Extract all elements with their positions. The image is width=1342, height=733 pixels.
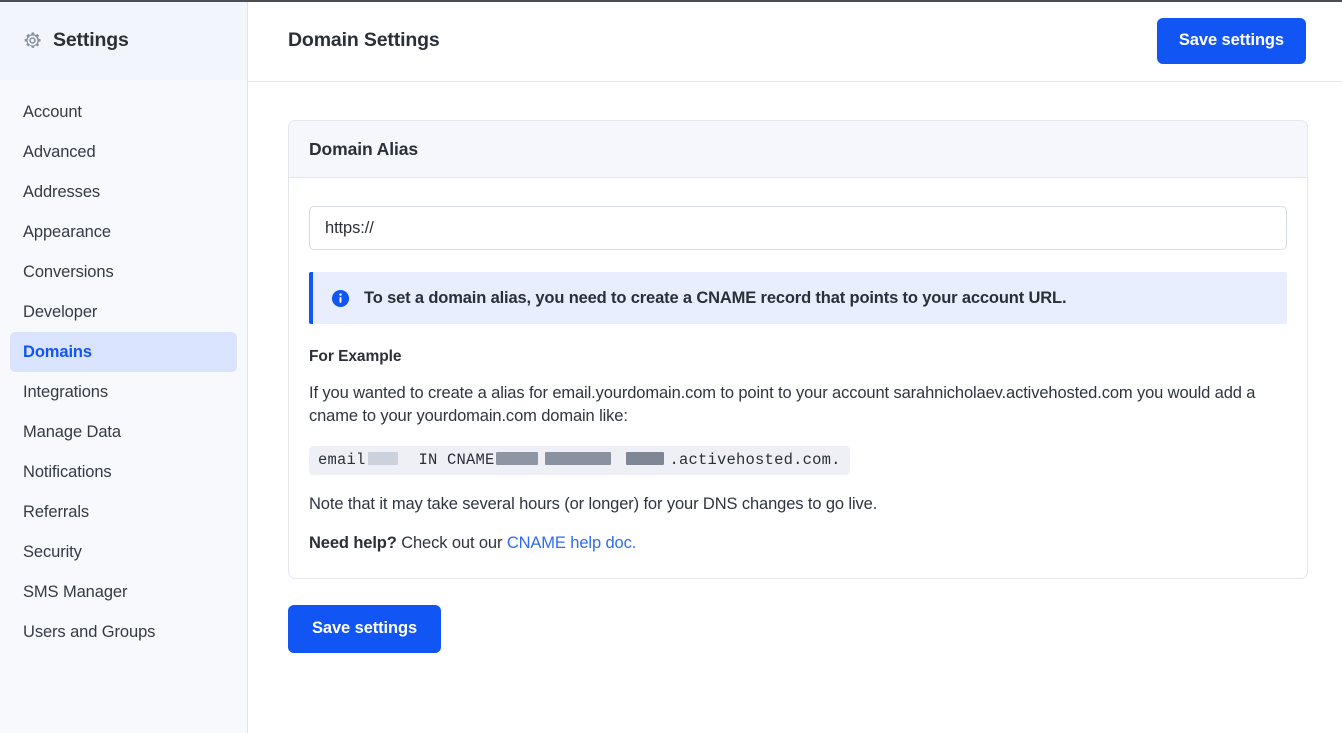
window-top-rule — [0, 0, 1342, 2]
code-part-3: .activehosted.com. — [669, 450, 841, 469]
code-part-1: email — [318, 450, 366, 469]
sidebar-item-domains[interactable]: Domains — [10, 332, 237, 372]
code-part-2: IN CNAME — [418, 450, 495, 469]
footer-actions: Save settings — [288, 604, 1308, 653]
main-body: Domain Alias To set a domain alias, yo — [248, 82, 1342, 733]
page-title: Domain Settings — [288, 29, 440, 51]
sidebar-item-label: Conversions — [23, 262, 114, 281]
sidebar-item-label: Integrations — [23, 382, 109, 401]
sidebar-item-label: Addresses — [23, 182, 101, 201]
sidebar-item-label: Notifications — [23, 462, 112, 481]
redacted-block — [367, 452, 398, 466]
redacted-block — [495, 452, 538, 466]
sidebar-item-referrals[interactable]: Referrals — [10, 492, 237, 532]
save-settings-button-top[interactable]: Save settings — [1156, 17, 1306, 64]
sidebar-item-label: Account — [23, 102, 82, 121]
need-help-line: Need help? Check out our CNAME help doc. — [309, 534, 1287, 553]
sidebar-item-developer[interactable]: Developer — [10, 292, 237, 332]
sidebar-item-label: Developer — [23, 302, 98, 321]
sidebar-item-label: Security — [23, 542, 82, 561]
sidebar-item-label: Domains — [23, 342, 92, 361]
domain-alias-input[interactable] — [309, 206, 1287, 250]
sidebar-item-addresses[interactable]: Addresses — [10, 172, 237, 212]
gear-icon — [23, 31, 42, 50]
save-settings-button-bottom[interactable]: Save settings — [288, 604, 442, 653]
sidebar-item-label: SMS Manager — [23, 582, 128, 601]
main-content: Domain Settings Save settings Domain Ali… — [248, 0, 1342, 733]
sidebar-title: Settings — [53, 28, 129, 51]
info-circle-icon — [331, 289, 350, 308]
dns-note-text: Note that it may take several hours (or … — [309, 494, 878, 513]
sidebar-item-users-and-groups[interactable]: Users and Groups — [10, 612, 237, 652]
sidebar-item-label: Referrals — [23, 502, 90, 521]
sidebar-item-appearance[interactable]: Appearance — [10, 212, 237, 252]
cname-code-block: email IN CNAME .activehosted.com. — [309, 445, 850, 475]
sidebar-item-label: Advanced — [23, 142, 96, 161]
sidebar-item-conversions[interactable]: Conversions — [10, 252, 237, 292]
redacted-block — [625, 452, 664, 466]
sidebar-item-sms-manager[interactable]: SMS Manager — [10, 572, 237, 612]
page-header: Domain Settings Save settings — [248, 0, 1342, 82]
info-banner: To set a domain alias, you need to creat… — [309, 272, 1287, 324]
domain-alias-card: Domain Alias To set a domain alias, yo — [288, 120, 1308, 579]
sidebar-item-integrations[interactable]: Integrations — [10, 372, 237, 412]
sidebar-item-label: Appearance — [23, 222, 111, 241]
card-header: Domain Alias — [289, 121, 1307, 178]
sidebar-item-manage-data[interactable]: Manage Data — [10, 412, 237, 452]
sidebar-item-label: Users and Groups — [23, 622, 156, 641]
cname-help-doc-link[interactable]: CNAME help doc. — [507, 534, 636, 552]
sidebar-header: Settings — [0, 0, 247, 80]
sidebar-item-label: Manage Data — [23, 422, 121, 441]
sidebar-item-account[interactable]: Account — [10, 92, 237, 132]
for-example-paragraph: If you wanted to create a alias for emai… — [309, 384, 1256, 426]
sidebar-item-notifications[interactable]: Notifications — [10, 452, 237, 492]
sidebar-item-security[interactable]: Security — [10, 532, 237, 572]
sidebar-item-advanced[interactable]: Advanced — [10, 132, 237, 172]
card-body: To set a domain alias, you need to creat… — [289, 178, 1307, 578]
card-title: Domain Alias — [309, 139, 419, 159]
redacted-block — [544, 452, 611, 466]
sidebar-nav: Account Advanced Addresses Appearance Co… — [0, 80, 247, 652]
app-root: Settings Account Advanced Addresses Appe… — [0, 0, 1342, 733]
for-example-heading: For Example — [309, 348, 402, 365]
need-help-label: Need help? — [309, 533, 397, 552]
settings-sidebar: Settings Account Advanced Addresses Appe… — [0, 0, 248, 733]
need-help-text: Check out our — [396, 533, 507, 552]
info-banner-text: To set a domain alias, you need to creat… — [364, 288, 1067, 307]
